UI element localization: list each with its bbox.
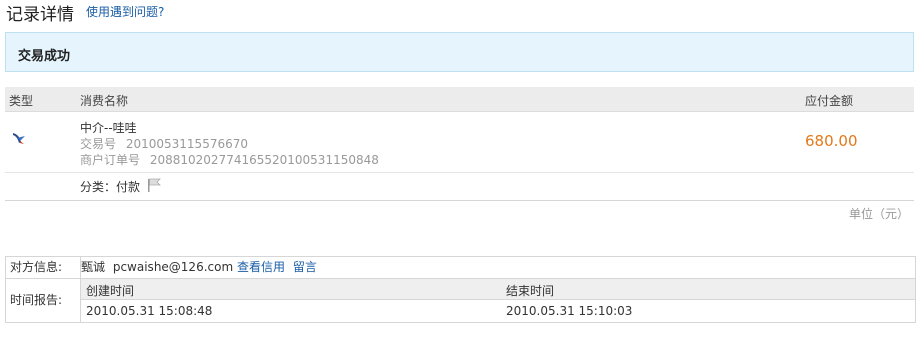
status-banner: 交易成功 [5,32,914,72]
amount: 680.00 [805,132,858,150]
counterpart-name: 甄诚 [81,260,106,274]
category-label: 分类： [80,180,117,194]
category-row: 分类：付款 [5,172,914,201]
flag-icon[interactable] [147,178,163,195]
table-header: 类型 消费名称 应付金额 [5,87,914,112]
order-no-label: 商户订单号 [80,153,141,167]
order-no: 20881020277416552010053115084​8 [149,153,379,167]
trade-no: 2010053115576670 [125,137,248,151]
category-value: 付款 [116,180,141,194]
column-amount: 应付金额 [805,94,854,108]
time-report-label: 时间报告: [6,279,81,322]
page-title: 记录详情 [6,5,74,25]
ended-time: 2010.05.31 15:10:03 [506,304,633,318]
trade-no-label: 交易号 [80,137,117,151]
created-time: 2010.05.31 15:08:48 [86,304,213,318]
bird-icon [11,130,27,149]
ended-label: 结束时间 [506,284,555,298]
info-table: 对方信息: 甄诚 pcwaishe@126.com 查看信用 留言 时间报告: … [5,256,916,323]
status-text: 交易成功 [18,49,71,64]
created-label: 创建时间 [86,284,135,298]
view-credit-link[interactable]: 查看信用 [237,260,285,274]
counterpart-email: pcwaishe@126.com [112,260,234,274]
message-link[interactable]: 留言 [293,260,317,274]
column-name: 消费名称 [80,94,129,108]
counterpart-label: 对方信息: [6,257,81,279]
help-link[interactable]: 使用遇到问题? [86,3,164,20]
item-name: 中介--哇哇 [80,121,137,135]
table-row: 中介--哇哇 交易号 2010053115576670 商户订单号 208810… [5,112,914,173]
unit-note: 单位（元） [849,207,910,221]
column-type: 类型 [9,94,34,108]
